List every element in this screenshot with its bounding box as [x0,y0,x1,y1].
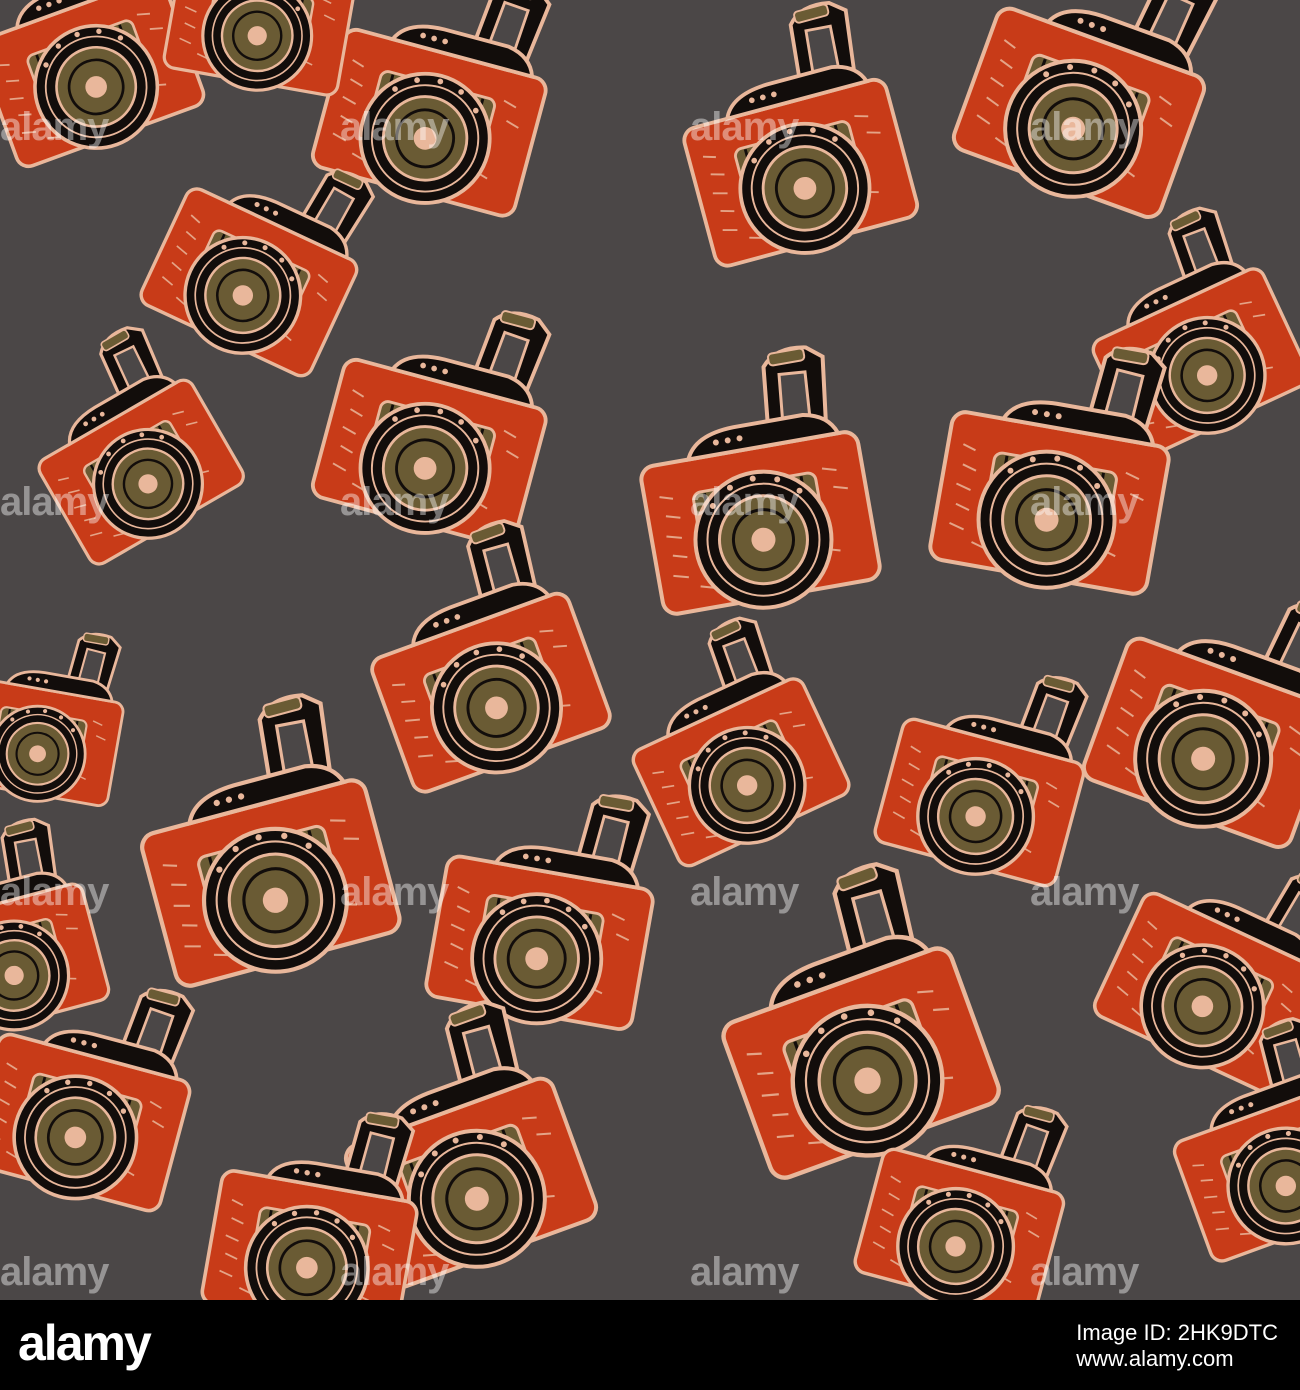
camera-icon [196,1086,435,1300]
site-link[interactable]: www.alamy.com [1076,1346,1278,1372]
camera-icon [1074,546,1300,863]
camera-icon [944,0,1242,233]
seamless-camera-pattern: alamy alamy alamy alamy alamy alamy alamy alamy… [0,0,1300,1300]
camera-icon [0,311,254,577]
camera-icon [114,684,405,999]
camera-icon [685,850,1007,1193]
camera-icon [868,639,1108,899]
camera-icon [420,766,672,1043]
camera-icon [305,271,574,560]
camera-illustrations [0,0,1300,1300]
footer-bar: alamy Image ID: 2HK9DTC www.alamy.com [0,1300,1300,1390]
pattern-canvas [0,0,1300,1300]
alamy-logo[interactable]: alamy [18,1314,152,1372]
camera-icon [656,0,925,280]
camera-icon [0,809,115,1053]
camera-icon [621,337,886,628]
camera-icon [924,317,1189,608]
footer-info: Image ID: 2HK9DTC www.alamy.com [1076,1320,1278,1372]
camera-icon [0,612,138,816]
image-id-label: Image ID: 2HK9DTC [1076,1320,1278,1345]
camera-icon [336,506,619,807]
